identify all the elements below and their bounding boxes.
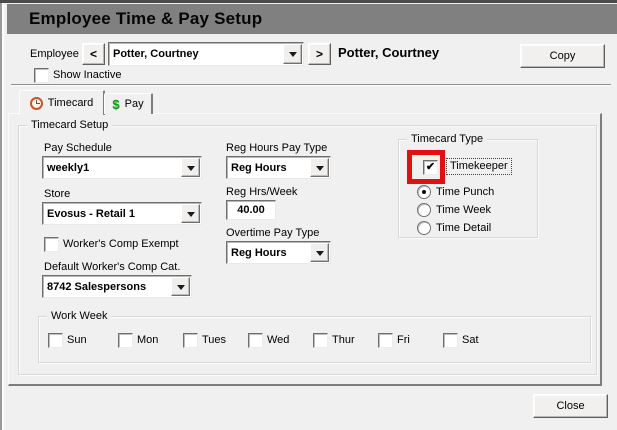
close-button-label: Close <box>556 400 585 412</box>
day-sat-checkbox[interactable] <box>443 333 458 348</box>
tab-pay-label: Pay <box>124 98 144 110</box>
close-button[interactable]: Close <box>533 394 608 418</box>
day-sun-label: Sun <box>67 334 87 346</box>
workers-comp-exempt-label: Worker's Comp Exempt <box>63 238 179 250</box>
overtime-pay-type-select[interactable]: Reg Hours <box>226 241 331 264</box>
day-sun-checkbox[interactable] <box>48 333 63 348</box>
employee-label: Employee <box>30 48 79 60</box>
show-inactive-checkbox[interactable] <box>34 68 49 83</box>
chevron-right-icon: > <box>315 47 323 61</box>
employee-time-pay-setup-window: Employee Time & Pay Setup Employee < Pot… <box>0 0 617 430</box>
pay-schedule-label: Pay Schedule <box>44 142 112 154</box>
day-wed-label: Wed <box>267 334 290 346</box>
radio-time-punch-label: Time Punch <box>436 186 495 198</box>
copy-button[interactable]: Copy <box>520 44 605 68</box>
day-mon-label: Mon <box>137 334 159 346</box>
pay-schedule-value: weekly1 <box>47 161 90 174</box>
reg-hours-pay-type-value: Reg Hours <box>231 161 287 174</box>
dropdown-arrow-icon[interactable] <box>310 243 329 262</box>
copy-button-label: Copy <box>549 50 576 62</box>
employee-select-value: Potter, Courtney <box>113 48 199 60</box>
tab-pay[interactable]: $ Pay <box>104 93 153 114</box>
radio-dot <box>422 190 426 194</box>
dropdown-arrow-icon[interactable] <box>283 44 302 64</box>
radio-time-week[interactable] <box>417 203 431 217</box>
page-title: Employee Time & Pay Setup <box>29 9 263 28</box>
pay-schedule-select[interactable]: weekly1 <box>42 156 202 179</box>
radio-time-week-label: Time Week <box>436 204 492 216</box>
store-label: Store <box>44 188 71 200</box>
dollar-icon: $ <box>112 96 120 112</box>
next-employee-button[interactable]: > <box>308 43 331 65</box>
show-inactive-label: Show Inactive <box>53 69 122 81</box>
timecard-type-group-label: Timecard Type <box>407 133 488 145</box>
default-workers-comp-select[interactable]: 8742 Salespersons <box>42 275 192 298</box>
employee-name-display: Potter, Courtney <box>338 45 440 60</box>
day-wed-checkbox[interactable] <box>248 333 263 348</box>
day-tues-checkbox[interactable] <box>183 333 198 348</box>
overtime-pay-type-label: Overtime Pay Type <box>226 227 320 239</box>
work-week-group-label: Work Week <box>47 310 112 322</box>
checkmark-icon: ✔ <box>425 160 436 173</box>
reg-hrs-week-input[interactable] <box>226 200 276 220</box>
day-sat-label: Sat <box>462 334 479 346</box>
day-thur-label: Thur <box>332 334 355 346</box>
day-fri-label: Fri <box>397 334 410 346</box>
day-fri-checkbox[interactable] <box>378 333 393 348</box>
timecard-setup-group-label: Timecard Setup <box>27 119 113 131</box>
dropdown-arrow-icon[interactable] <box>181 204 200 223</box>
reg-hours-pay-type-label: Reg Hours Pay Type <box>226 142 328 154</box>
radio-time-punch[interactable] <box>417 185 431 199</box>
default-workers-comp-label: Default Worker's Comp Cat. <box>44 261 181 273</box>
timekeeper-checkbox[interactable]: ✔ <box>423 160 438 175</box>
radio-time-detail-label: Time Detail <box>436 222 492 234</box>
dropdown-arrow-icon[interactable] <box>181 158 200 177</box>
dropdown-arrow-icon[interactable] <box>171 277 190 296</box>
prev-employee-button[interactable]: < <box>82 43 105 65</box>
header-divider <box>11 84 611 86</box>
store-select[interactable]: Evosus - Retail 1 <box>42 202 202 225</box>
store-value: Evosus - Retail 1 <box>47 207 136 220</box>
title-bar: Employee Time & Pay Setup <box>7 4 617 34</box>
timekeeper-label: Timekeeper <box>446 158 512 175</box>
chevron-left-icon: < <box>89 47 97 61</box>
radio-time-detail[interactable] <box>417 221 431 235</box>
reg-hrs-week-label: Reg Hrs/Week <box>226 186 298 198</box>
overtime-pay-type-value: Reg Hours <box>231 246 287 259</box>
tab-timecard-label: Timecard <box>47 97 94 109</box>
tab-timecard[interactable]: Timecard <box>19 90 105 115</box>
clock-icon <box>29 96 43 110</box>
workers-comp-exempt-checkbox[interactable] <box>44 237 59 252</box>
employee-select[interactable]: Potter, Courtney <box>108 42 304 66</box>
day-thur-checkbox[interactable] <box>313 333 328 348</box>
default-workers-comp-value: 8742 Salespersons <box>47 280 147 293</box>
day-mon-checkbox[interactable] <box>118 333 133 348</box>
dropdown-arrow-icon[interactable] <box>310 158 329 177</box>
day-tues-label: Tues <box>202 334 227 346</box>
reg-hours-pay-type-select[interactable]: Reg Hours <box>226 156 331 179</box>
